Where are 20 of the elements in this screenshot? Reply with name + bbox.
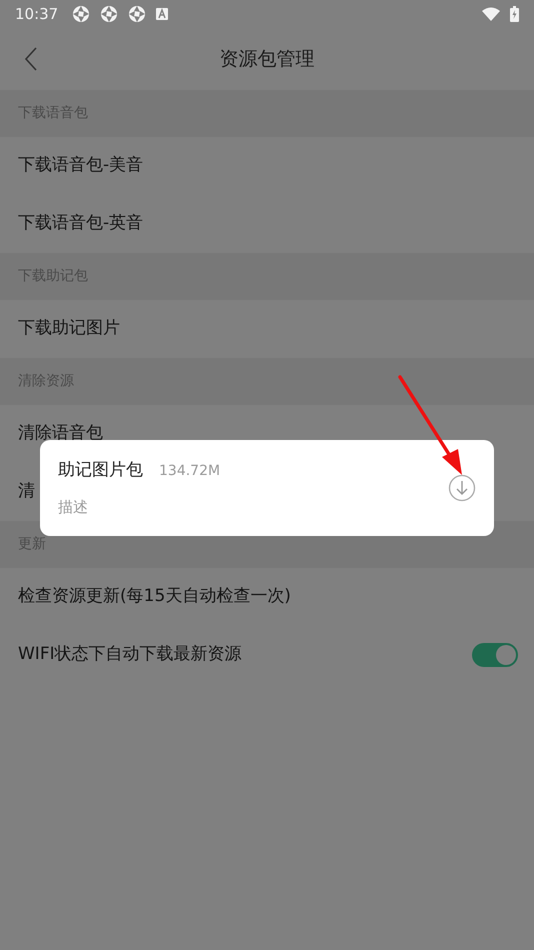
app-notification-icon	[128, 5, 146, 23]
setting-label[interactable]: 清	[18, 479, 35, 505]
download-icon[interactable]	[448, 474, 476, 502]
setting-label[interactable]: 下载语音包-美音	[18, 153, 144, 179]
status-time: 10:37	[15, 4, 58, 25]
battery-icon	[510, 6, 519, 22]
setting-label[interactable]: 下载助记图片	[18, 316, 120, 342]
setting-label[interactable]: WIFI状态下自动下载最新资源	[18, 642, 242, 668]
back-icon[interactable]	[24, 47, 38, 71]
letter-a-icon	[156, 8, 168, 20]
package-description: 描述	[58, 496, 89, 518]
page-title: 资源包管理	[220, 46, 314, 72]
app-notification-icon	[72, 5, 90, 23]
toggle-switch[interactable]	[472, 643, 518, 667]
package-size: 134.72M	[159, 462, 220, 481]
package-name: 助记图片包	[58, 459, 143, 482]
wifi-icon	[482, 7, 500, 21]
app-notification-icon	[100, 5, 118, 23]
setting-label[interactable]: 下载语音包-英音	[18, 211, 144, 237]
setting-label[interactable]: 检查资源更新(每15天自动检查一次)	[18, 584, 291, 610]
